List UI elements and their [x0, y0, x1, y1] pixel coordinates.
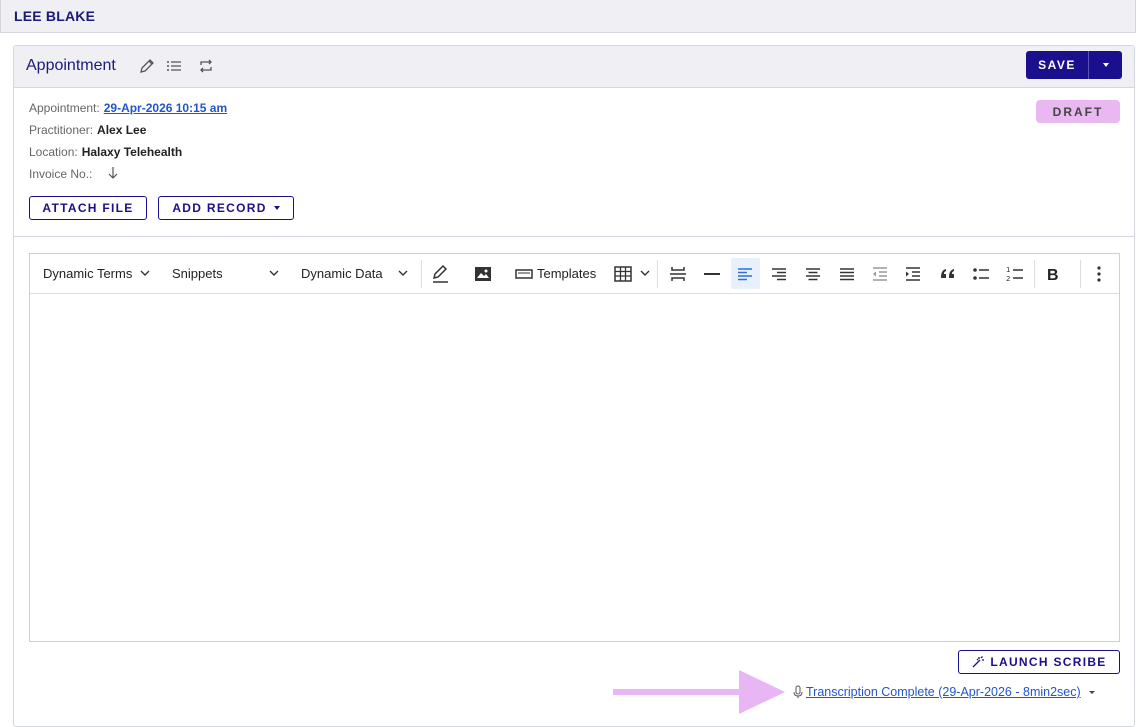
save-button[interactable]: SAVE — [1026, 51, 1088, 79]
blockquote-icon[interactable] — [938, 264, 958, 284]
templates-icon[interactable] — [514, 264, 534, 284]
save-button-group: SAVE — [1026, 51, 1122, 79]
chevron-down-icon[interactable] — [269, 268, 279, 278]
toolbar-separator — [1034, 260, 1035, 288]
dynamic-terms-dropdown[interactable]: Dynamic Terms — [43, 266, 132, 281]
bold-icon[interactable]: B — [1044, 264, 1064, 284]
add-record-label: ADD RECORD — [172, 201, 267, 215]
add-record-button[interactable]: ADD RECORD — [158, 196, 294, 220]
chevron-down-icon — [1102, 63, 1109, 67]
indent-icon[interactable] — [903, 264, 923, 284]
align-right-icon[interactable] — [769, 264, 789, 284]
invoice-row: Invoice No.: — [29, 167, 118, 181]
location-label: Location: — [29, 145, 78, 159]
snippets-dropdown[interactable]: Snippets — [172, 266, 223, 281]
launch-scribe-label: LAUNCH SCRIBE — [990, 655, 1107, 669]
section-divider — [14, 236, 1134, 237]
practitioner-value: Alex Lee — [97, 123, 147, 137]
chevron-down-icon — [273, 206, 280, 210]
editor-toolbar: Dynamic Terms Snippets Dynamic Data Temp… — [30, 254, 1119, 294]
pencil-icon[interactable] — [138, 57, 156, 75]
location-value: Halaxy Telehealth — [81, 145, 183, 159]
practitioner-row: Practitioner: Alex Lee — [29, 123, 146, 137]
invoice-label: Invoice No.: — [29, 167, 93, 181]
outdent-icon[interactable] — [870, 264, 890, 284]
list-icon[interactable] — [165, 57, 183, 75]
chevron-down-icon[interactable] — [1088, 688, 1096, 696]
numbered-list-icon[interactable]: 1 2 — [1005, 264, 1025, 284]
templates-button[interactable]: Templates — [537, 266, 596, 281]
rich-text-editor: Dynamic Terms Snippets Dynamic Data Temp… — [29, 253, 1120, 642]
practitioner-label: Practitioner: — [29, 123, 94, 137]
appointment-date-label: Appointment: — [29, 101, 100, 115]
appointment-title: Appointment — [26, 57, 116, 74]
editor-content-area[interactable] — [30, 294, 1119, 641]
toolbar-separator — [1080, 260, 1081, 288]
chevron-down-icon[interactable] — [640, 268, 650, 278]
dynamic-data-dropdown[interactable]: Dynamic Data — [301, 266, 383, 281]
attach-file-button[interactable]: ATTACH FILE — [29, 196, 147, 220]
table-icon[interactable] — [613, 264, 633, 284]
appointment-date-link[interactable]: 29-Apr-2026 10:15 am — [104, 101, 227, 115]
patient-header: LEE BLAKE — [0, 0, 1136, 33]
svg-text:1: 1 — [1006, 266, 1010, 274]
page-break-icon[interactable] — [668, 264, 688, 284]
svg-text:B: B — [1047, 267, 1059, 284]
launch-scribe-button[interactable]: LAUNCH SCRIBE — [958, 650, 1120, 674]
image-icon[interactable] — [473, 264, 493, 284]
chevron-down-icon[interactable] — [398, 268, 408, 278]
magic-wand-icon — [972, 655, 985, 667]
appointment-card-header: Appointment SAVE — [14, 46, 1134, 88]
microphone-icon — [793, 685, 803, 698]
location-row: Location: Halaxy Telehealth — [29, 145, 182, 159]
toolbar-separator — [657, 260, 658, 288]
repeat-icon[interactable] — [197, 57, 215, 75]
patient-name: LEE BLAKE — [14, 8, 96, 24]
align-justify-icon[interactable] — [837, 264, 857, 284]
toolbar-separator — [421, 260, 422, 288]
more-vertical-icon[interactable] — [1089, 264, 1109, 284]
align-center-icon[interactable] — [803, 264, 823, 284]
appointment-date-row: Appointment: 29-Apr-2026 10:15 am — [29, 101, 227, 115]
transcription-status[interactable]: Transcription Complete (29-Apr-2026 - 8m… — [792, 685, 1096, 699]
horizontal-rule-icon[interactable] — [702, 264, 722, 284]
status-badge: DRAFT — [1036, 100, 1120, 123]
arrow-down-icon[interactable] — [106, 166, 120, 180]
align-left-icon[interactable] — [735, 264, 755, 284]
appointment-card: Appointment SAVE Appointment: 29-Apr-2026… — [13, 45, 1135, 727]
transcription-status-link[interactable]: Transcription Complete (29-Apr-2026 - 8m… — [806, 685, 1081, 699]
annotation-arrow-icon — [613, 670, 785, 714]
save-dropdown-button[interactable] — [1088, 51, 1122, 79]
bullet-list-icon[interactable] — [971, 264, 991, 284]
chevron-down-icon[interactable] — [140, 268, 150, 278]
svg-text:2: 2 — [1006, 275, 1010, 283]
highlighter-icon[interactable] — [430, 264, 450, 284]
